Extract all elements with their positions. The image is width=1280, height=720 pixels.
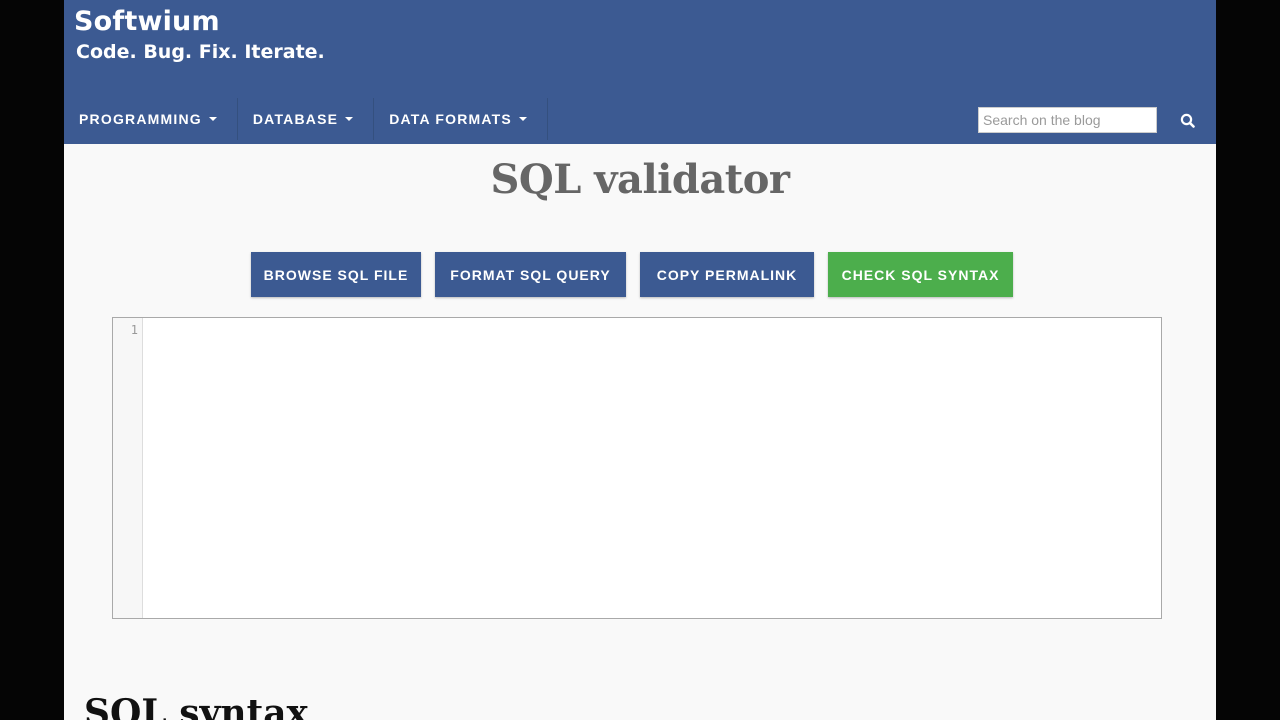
editor-code-area[interactable]: [144, 318, 1161, 618]
editor-toolbar: BROWSE SQL FILE FORMAT SQL QUERY COPY PE…: [64, 252, 1216, 297]
copy-permalink-button[interactable]: COPY PERMALINK: [640, 252, 814, 297]
sql-editor[interactable]: 1: [112, 317, 1162, 619]
browse-sql-file-button[interactable]: BROWSE SQL FILE: [251, 252, 421, 297]
page-title: SQL validator: [490, 156, 790, 203]
caret-down-icon: [345, 117, 354, 121]
nav-item-label: DATABASE: [252, 111, 339, 127]
nav-item-database[interactable]: DATABASE: [238, 98, 375, 140]
format-sql-query-button[interactable]: FORMAT SQL QUERY: [435, 252, 626, 297]
nav-item-label: PROGRAMMING: [79, 111, 202, 127]
page: Softwium Code. Bug. Fix. Iterate. PROGRA…: [64, 0, 1216, 720]
search-icon: [1180, 113, 1195, 128]
search-button[interactable]: [1177, 110, 1199, 132]
line-number: 1: [130, 323, 138, 337]
nav-item-label: DATA FORMATS: [389, 111, 512, 127]
caret-down-icon: [208, 117, 217, 121]
site-logo[interactable]: Softwium: [74, 6, 220, 37]
nav-item-programming[interactable]: PROGRAMMING: [64, 98, 238, 140]
check-sql-syntax-button[interactable]: CHECK SQL SYNTAX: [828, 252, 1013, 297]
site-header: Softwium Code. Bug. Fix. Iterate. PROGRA…: [64, 0, 1216, 144]
nav-item-data-formats[interactable]: DATA FORMATS: [374, 98, 548, 140]
editor-gutter: 1: [113, 318, 143, 618]
site-tagline: Code. Bug. Fix. Iterate.: [76, 41, 325, 63]
search-input[interactable]: [978, 107, 1157, 133]
caret-down-icon: [518, 117, 527, 121]
section-heading: SQL syntax: [84, 692, 308, 720]
main-nav: PROGRAMMING DATABASE DATA FORMATS: [64, 98, 548, 144]
